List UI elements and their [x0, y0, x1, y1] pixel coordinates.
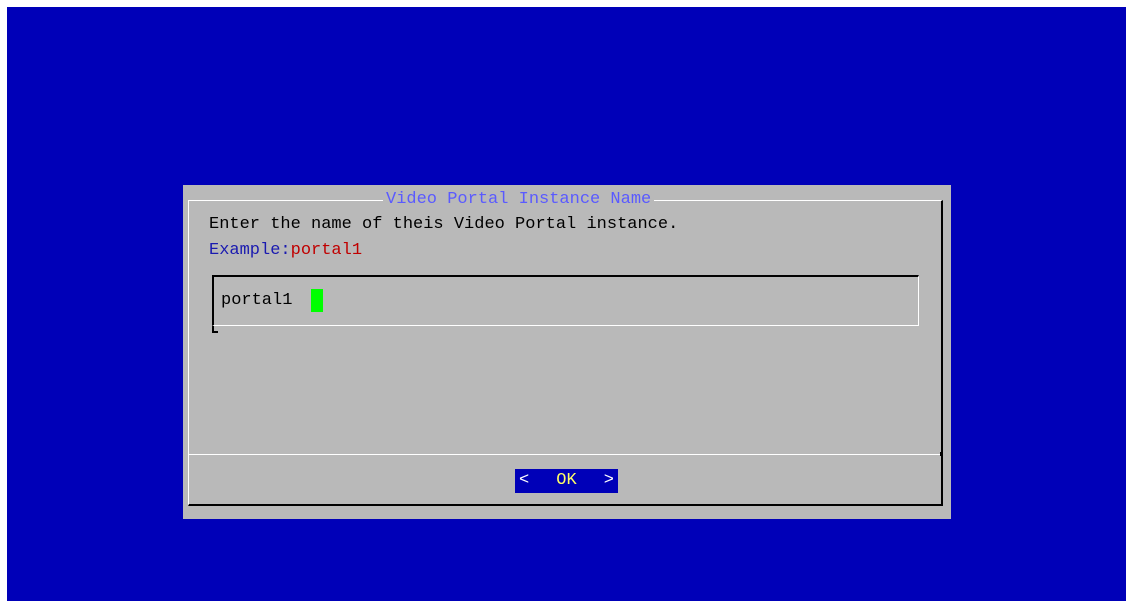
button-separator	[189, 454, 941, 455]
instance-name-value[interactable]: portal1	[221, 290, 292, 312]
dialog-title: Video Portal Instance Name	[383, 189, 655, 211]
example-label: Example:	[209, 241, 291, 260]
separator-edge	[940, 452, 943, 456]
ok-right-bracket: >	[603, 471, 614, 490]
input-border-corner	[212, 326, 218, 333]
example-value: portal1	[290, 241, 363, 260]
text-cursor	[311, 289, 323, 312]
prompt-text: Enter the name of theis Video Portal ins…	[209, 215, 679, 234]
example-line: Example:portal1	[209, 240, 362, 262]
ok-left-bracket: <	[519, 471, 530, 490]
ok-label: OK	[556, 471, 577, 490]
ok-button[interactable]: < OK >	[515, 469, 618, 493]
